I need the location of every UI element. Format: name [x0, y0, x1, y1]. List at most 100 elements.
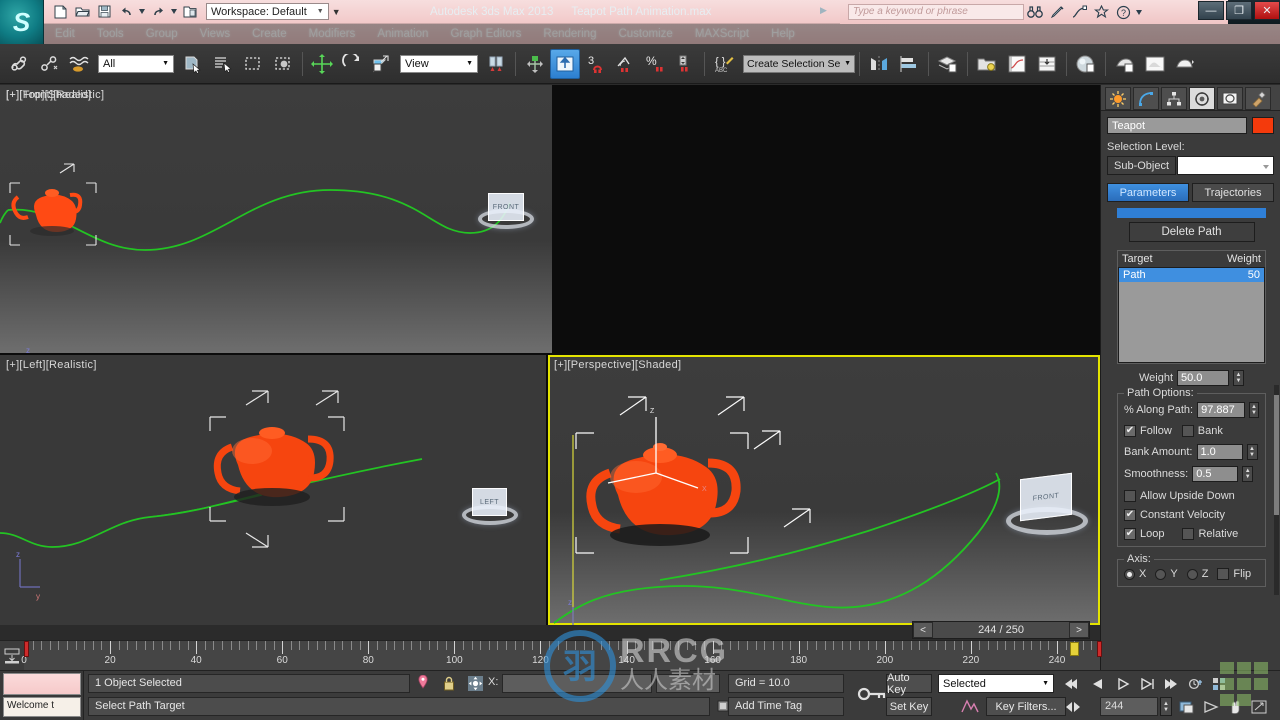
- snaps-toggle-icon[interactable]: [550, 48, 580, 79]
- window-crossing-toggle-icon[interactable]: [268, 49, 298, 79]
- set-project-folder-icon[interactable]: [180, 3, 200, 21]
- use-pivot-point-center-icon[interactable]: [481, 49, 511, 79]
- binoculars-icon[interactable]: [1024, 2, 1046, 22]
- menu-item-customize[interactable]: Customize: [607, 28, 683, 40]
- star-icon[interactable]: [1090, 2, 1112, 22]
- close-button[interactable]: ✕: [1254, 1, 1280, 20]
- scene-explorer-icon[interactable]: [972, 49, 1002, 79]
- weight-spinner[interactable]: ▲ ▼: [1233, 370, 1245, 386]
- utilities-tab[interactable]: [1245, 87, 1271, 110]
- open-file-icon[interactable]: [72, 3, 92, 21]
- selection-filter-dropdown[interactable]: All ▼: [98, 54, 174, 73]
- help-dropdown-icon[interactable]: [1134, 2, 1144, 22]
- select-object-icon[interactable]: [178, 49, 208, 79]
- redo-dropdown-icon[interactable]: [170, 3, 178, 21]
- mte-output-field[interactable]: Welcome t: [3, 697, 81, 717]
- viewport-left-label[interactable]: [+][Left][Realistic]: [6, 359, 97, 371]
- smoothness-field[interactable]: 0.5: [1192, 466, 1239, 482]
- viewport-perspective-label[interactable]: [+][Perspective][Shaded]: [554, 359, 681, 371]
- menu-item-maxscript[interactable]: MAXScript: [684, 28, 760, 40]
- tab-trajectories[interactable]: Trajectories: [1192, 183, 1274, 202]
- workspace-dropdown-icon[interactable]: ▼: [332, 7, 341, 17]
- minimize-button[interactable]: —: [1198, 1, 1224, 20]
- next-frame-icon[interactable]: [1136, 674, 1158, 693]
- material-editor-icon[interactable]: [1071, 49, 1101, 79]
- coord-y-field[interactable]: [656, 674, 720, 693]
- menu-item-help[interactable]: Help: [760, 28, 806, 40]
- lock-selection-icon[interactable]: [440, 674, 458, 692]
- menu-item-graph-editors[interactable]: Graph Editors: [439, 28, 532, 40]
- menu-item-animation[interactable]: Animation: [366, 28, 439, 40]
- current-frame-spinner[interactable]: ▲ ▼: [1160, 697, 1172, 716]
- pen-icon[interactable]: [1046, 2, 1068, 22]
- redo-icon[interactable]: [148, 3, 168, 21]
- sub-object-button[interactable]: Sub-Object: [1107, 156, 1177, 175]
- along-path-field[interactable]: 97.887: [1197, 402, 1245, 418]
- menu-item-create[interactable]: Create: [241, 28, 298, 40]
- weight-field[interactable]: 50.0: [1177, 370, 1230, 386]
- new-file-icon[interactable]: [50, 3, 70, 21]
- play-animation-icon[interactable]: [1112, 674, 1134, 693]
- menu-item-views[interactable]: Views: [189, 28, 241, 40]
- select-and-rotate-icon[interactable]: [337, 49, 367, 79]
- create-tab[interactable]: [1105, 87, 1131, 110]
- search-input[interactable]: Type a keyword or phrase: [848, 4, 1024, 20]
- rectangular-selection-region-icon[interactable]: [238, 49, 268, 79]
- key-mode-stepper-icon[interactable]: [1060, 697, 1086, 716]
- delete-path-button[interactable]: Delete Path: [1128, 222, 1255, 242]
- menu-item-edit[interactable]: Edit: [44, 28, 86, 40]
- bank-amount-spinner[interactable]: ▲ ▼: [1246, 444, 1258, 460]
- object-color-swatch[interactable]: [1252, 117, 1274, 134]
- go-to-end-icon[interactable]: [1160, 674, 1182, 693]
- menu-item-group[interactable]: Group: [135, 28, 189, 40]
- loop-checkbox[interactable]: ✔ Loop: [1124, 528, 1164, 540]
- axis-y-radio[interactable]: Y: [1155, 568, 1178, 580]
- bank-checkbox[interactable]: Bank: [1181, 425, 1223, 437]
- mirror-icon[interactable]: [864, 49, 894, 79]
- display-tab[interactable]: [1217, 87, 1243, 110]
- pin-icon[interactable]: [414, 674, 432, 692]
- viewport-perspective[interactable]: [+][Perspective][Shaded] Z X z FRONT: [548, 355, 1100, 625]
- time-configuration-icon[interactable]: [1186, 674, 1208, 693]
- help-icon[interactable]: ?: [1112, 2, 1134, 22]
- unlink-selection-icon[interactable]: [34, 49, 64, 79]
- axis-x-radio[interactable]: X: [1124, 568, 1146, 580]
- viewcube-perspective-face[interactable]: FRONT: [1020, 472, 1072, 522]
- render-setup-icon[interactable]: [1110, 49, 1140, 79]
- auto-key-button[interactable]: Auto Key: [886, 672, 932, 696]
- curve-editor-icon[interactable]: [1002, 49, 1032, 79]
- add-time-tag-button[interactable]: Add Time Tag: [728, 697, 844, 716]
- bank-amount-field[interactable]: 1.0: [1196, 444, 1243, 460]
- select-and-link-icon[interactable]: [4, 49, 34, 79]
- render-production-icon[interactable]: [1170, 49, 1200, 79]
- menu-item-modifiers[interactable]: Modifiers: [298, 28, 367, 40]
- layer-explorer-icon[interactable]: [933, 49, 963, 79]
- key-mode-dropdown[interactable]: Selected ▼: [938, 674, 1054, 693]
- go-to-start-icon[interactable]: [1060, 674, 1082, 693]
- viewcube-front-face[interactable]: FRONT: [488, 193, 524, 221]
- mte-input-field[interactable]: [3, 673, 81, 695]
- maxscript-mini-listener[interactable]: Welcome t: [0, 671, 84, 720]
- key-filters-button[interactable]: Key Filters...: [986, 697, 1066, 716]
- angle-snap-icon[interactable]: [610, 49, 640, 79]
- next-frame-small-button[interactable]: >: [1069, 622, 1089, 638]
- viewcube-left-face[interactable]: LEFT: [472, 488, 507, 516]
- select-and-manipulate-icon[interactable]: [520, 49, 550, 79]
- allow-upside-down-checkbox[interactable]: Allow Upside Down: [1124, 490, 1259, 502]
- workspace-selector[interactable]: Workspace: Default ▼: [206, 3, 329, 20]
- timeline-ruler[interactable]: 0 20 40 60 80 100 120 140 160 180 200 220 240: [21, 641, 1102, 671]
- undo-dropdown-icon[interactable]: [138, 3, 146, 21]
- smoothness-spinner[interactable]: ▲ ▼: [1242, 466, 1254, 482]
- object-name-field[interactable]: Teapot: [1107, 117, 1247, 134]
- selection-set-field[interactable]: Create Selection Se ▼: [743, 54, 855, 73]
- curve-icon[interactable]: [1068, 2, 1090, 22]
- maximize-viewport-toggle-icon[interactable]: [1248, 697, 1270, 716]
- relative-checkbox[interactable]: Relative: [1182, 528, 1238, 540]
- zoom-extents-icon[interactable]: [1176, 697, 1198, 716]
- align-icon[interactable]: [894, 49, 924, 79]
- follow-checkbox[interactable]: ✔ Follow: [1124, 425, 1172, 437]
- modify-tab[interactable]: [1133, 87, 1159, 110]
- target-weight-list[interactable]: Path 50: [1118, 267, 1265, 363]
- spinner-snap-toggle-icon[interactable]: [670, 49, 700, 79]
- viewport-left[interactable]: [+][Left][Realistic] z y LEFT: [0, 355, 546, 625]
